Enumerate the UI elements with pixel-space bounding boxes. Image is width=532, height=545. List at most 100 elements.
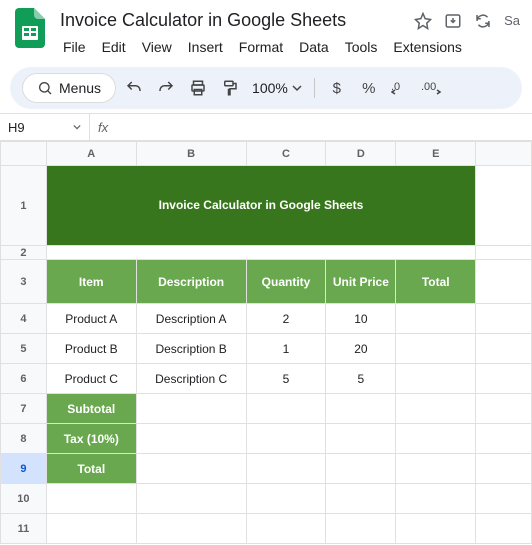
cell-subtotal-label[interactable]: Subtotal [46,394,136,424]
currency-button[interactable]: $ [323,74,351,102]
cell[interactable] [476,454,532,484]
cell[interactable] [136,394,246,424]
row-head-1[interactable]: 1 [1,166,47,246]
cell[interactable] [476,166,532,246]
row-head-5[interactable]: 5 [1,334,47,364]
menus-button[interactable]: Menus [22,73,116,103]
col-head-b[interactable]: B [136,142,246,166]
menu-file[interactable]: File [56,35,93,59]
col-head-d[interactable]: D [326,142,396,166]
increase-decimal-button[interactable]: .00 [419,74,447,102]
cell[interactable] [246,514,326,544]
cell-c4[interactable]: 2 [246,304,326,334]
cell-e5[interactable] [396,334,476,364]
cell[interactable] [136,514,246,544]
cloud-status-icon[interactable] [474,12,492,30]
col-head-c[interactable]: C [246,142,326,166]
cell[interactable] [326,514,396,544]
menu-data[interactable]: Data [292,35,336,59]
undo-button[interactable] [120,74,148,102]
header-desc[interactable]: Description [136,260,246,304]
col-head-f[interactable] [476,142,532,166]
header-item[interactable]: Item [46,260,136,304]
cell[interactable] [476,304,532,334]
col-head-a[interactable]: A [46,142,136,166]
cell[interactable] [246,484,326,514]
header-price[interactable]: Unit Price [326,260,396,304]
cell[interactable] [136,454,246,484]
cell-a4[interactable]: Product A [46,304,136,334]
cell[interactable] [476,394,532,424]
menu-extensions[interactable]: Extensions [386,35,468,59]
cell[interactable] [46,246,475,260]
cell[interactable] [476,364,532,394]
star-icon[interactable] [414,12,432,30]
cell-b6[interactable]: Description C [136,364,246,394]
cell[interactable] [396,424,476,454]
cell-d5[interactable]: 20 [326,334,396,364]
cell[interactable] [476,484,532,514]
cell-a6[interactable]: Product C [46,364,136,394]
cell-d6[interactable]: 5 [326,364,396,394]
cell-c6[interactable]: 5 [246,364,326,394]
percent-button[interactable]: % [355,74,383,102]
cell-e4[interactable] [396,304,476,334]
cell[interactable] [326,424,396,454]
menu-edit[interactable]: Edit [95,35,133,59]
spreadsheet-grid[interactable]: A B C D E 1 Invoice Calculator in Google… [0,141,532,544]
name-box[interactable]: H9 [0,114,90,140]
paint-format-button[interactable] [216,74,244,102]
col-head-e[interactable]: E [396,142,476,166]
sheets-logo-icon[interactable] [12,10,48,46]
cell[interactable] [476,514,532,544]
menu-tools[interactable]: Tools [338,35,385,59]
menu-view[interactable]: View [135,35,179,59]
header-qty[interactable]: Quantity [246,260,326,304]
cell-a5[interactable]: Product B [46,334,136,364]
decrease-decimal-button[interactable]: .0 [387,74,415,102]
cell-total-label[interactable]: Total [46,454,136,484]
cell[interactable] [396,484,476,514]
cell[interactable] [326,394,396,424]
cell[interactable] [396,514,476,544]
row-head-6[interactable]: 6 [1,364,47,394]
redo-button[interactable] [152,74,180,102]
cell[interactable] [476,334,532,364]
row-head-7[interactable]: 7 [1,394,47,424]
cell[interactable] [246,394,326,424]
select-all-corner[interactable] [1,142,47,166]
header-total[interactable]: Total [396,260,476,304]
cell[interactable] [246,454,326,484]
cell-tax-label[interactable]: Tax (10%) [46,424,136,454]
cell[interactable] [136,484,246,514]
cell-c5[interactable]: 1 [246,334,326,364]
cell-b4[interactable]: Description A [136,304,246,334]
cell[interactable] [246,424,326,454]
formula-input[interactable] [116,114,532,140]
cell[interactable] [46,484,136,514]
row-head-9[interactable]: 9 [1,454,47,484]
cell[interactable] [136,424,246,454]
zoom-dropdown[interactable]: 100% [248,80,306,96]
row-head-3[interactable]: 3 [1,260,47,304]
cell-b5[interactable]: Description B [136,334,246,364]
print-button[interactable] [184,74,212,102]
cell-e6[interactable] [396,364,476,394]
cell[interactable] [396,454,476,484]
cell[interactable] [326,484,396,514]
row-head-8[interactable]: 8 [1,424,47,454]
cell-d4[interactable]: 10 [326,304,396,334]
row-head-10[interactable]: 10 [1,484,47,514]
cell[interactable] [326,454,396,484]
row-head-11[interactable]: 11 [1,514,47,544]
cell[interactable] [396,394,476,424]
row-head-2[interactable]: 2 [1,246,47,260]
cell[interactable] [476,246,532,260]
sheet-title-cell[interactable]: Invoice Calculator in Google Sheets [46,166,475,246]
menu-format[interactable]: Format [232,35,290,59]
menu-insert[interactable]: Insert [181,35,230,59]
move-icon[interactable] [444,12,462,30]
cell[interactable] [46,514,136,544]
row-head-4[interactable]: 4 [1,304,47,334]
cell[interactable] [476,260,532,304]
